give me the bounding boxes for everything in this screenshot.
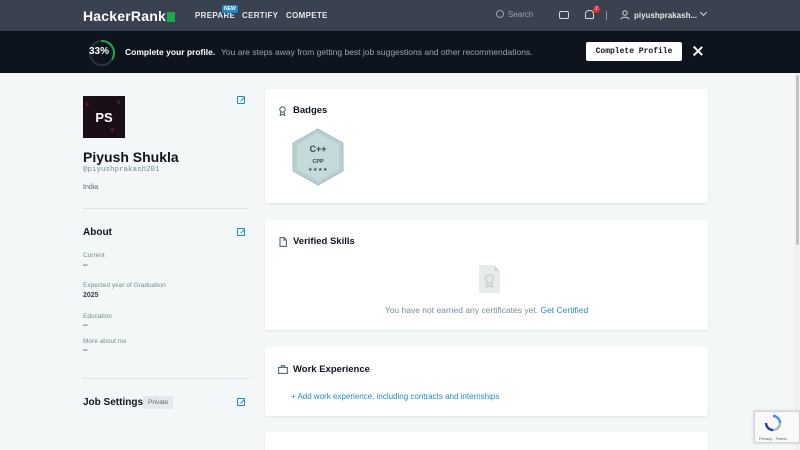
notification-count: 2 [593,6,600,13]
close-icon[interactable] [692,45,704,57]
recaptcha-icon [764,414,782,432]
verified-skills-title: Verified Skills [293,236,355,247]
briefcase-icon [278,365,288,374]
about-field-label: Education [83,313,112,320]
get-certified-link[interactable]: Get Certified [540,305,588,315]
recaptcha-text[interactable]: Privacy - Terms [759,436,786,441]
banner-title: Complete your profile. [125,47,216,57]
cpp-badge-hexagon[interactable] [291,128,345,186]
work-experience-title: Work Experience [293,364,370,375]
visibility-badge: Private [143,396,174,409]
badge-title: C++ [309,144,327,154]
scrollbar-thumb[interactable] [796,75,799,245]
profile-country: India [83,184,99,191]
edit-job-settings-icon[interactable] [237,398,245,406]
avatar-initials: PS [95,109,113,125]
next-section-card [265,432,708,450]
nav-certify[interactable]: CERTIFY [242,11,278,20]
about-field-label: Current [83,252,105,259]
work-experience-card [265,347,708,416]
empty-text: You have not earned any certificates yet… [384,305,539,315]
about-field-value: -- [83,262,88,269]
job-settings-title: Job Settings [83,397,144,408]
hackerrank-logo[interactable]: HackerRank [83,8,175,24]
about-field-value: -- [83,322,88,329]
divider [83,208,250,209]
complete-profile-button[interactable]: Complete Profile [586,42,682,61]
chat-icon[interactable] [559,11,569,19]
search-icon [496,10,504,18]
about-title: About [83,227,112,238]
edit-profile-icon[interactable] [237,96,245,104]
username-menu[interactable]: piyushprakash... [634,11,697,20]
new-badge: NEW [222,5,238,13]
add-work-experience-link[interactable]: + Add work experience, including contrac… [291,392,499,401]
profile-name: Piyush Shukla [83,149,179,165]
about-field-value: -- [83,347,88,354]
nav-compete[interactable]: COMPETE [286,11,328,20]
profile-handle: @piyushprakash201 [83,166,160,174]
search-input[interactable]: Search [496,10,533,19]
logo-text: HackerRank [83,8,166,24]
search-placeholder: Search [508,10,534,19]
divider [83,378,250,379]
about-field-label: Expected year of Graduation [83,282,166,289]
about-field-label: More about me [83,338,127,345]
badge-icon [279,106,286,116]
edit-about-icon[interactable] [237,228,245,236]
completion-percent: 33% [89,46,110,57]
avatar[interactable]: PS [83,96,125,138]
user-icon[interactable] [620,10,630,20]
badge-stars: ★★★★ [308,167,328,173]
no-certificates-message: You have not earned any certificates yet… [265,305,708,315]
about-field-value: 2025 [83,292,99,299]
badge-name: CPP [312,159,324,165]
banner-text: You are steps away from getting best job… [221,47,533,57]
nav-divider [606,11,607,20]
badges-title: Badges [293,105,328,116]
certificate-icon [479,265,500,293]
logo-square-icon [166,12,175,22]
document-icon [279,237,287,247]
